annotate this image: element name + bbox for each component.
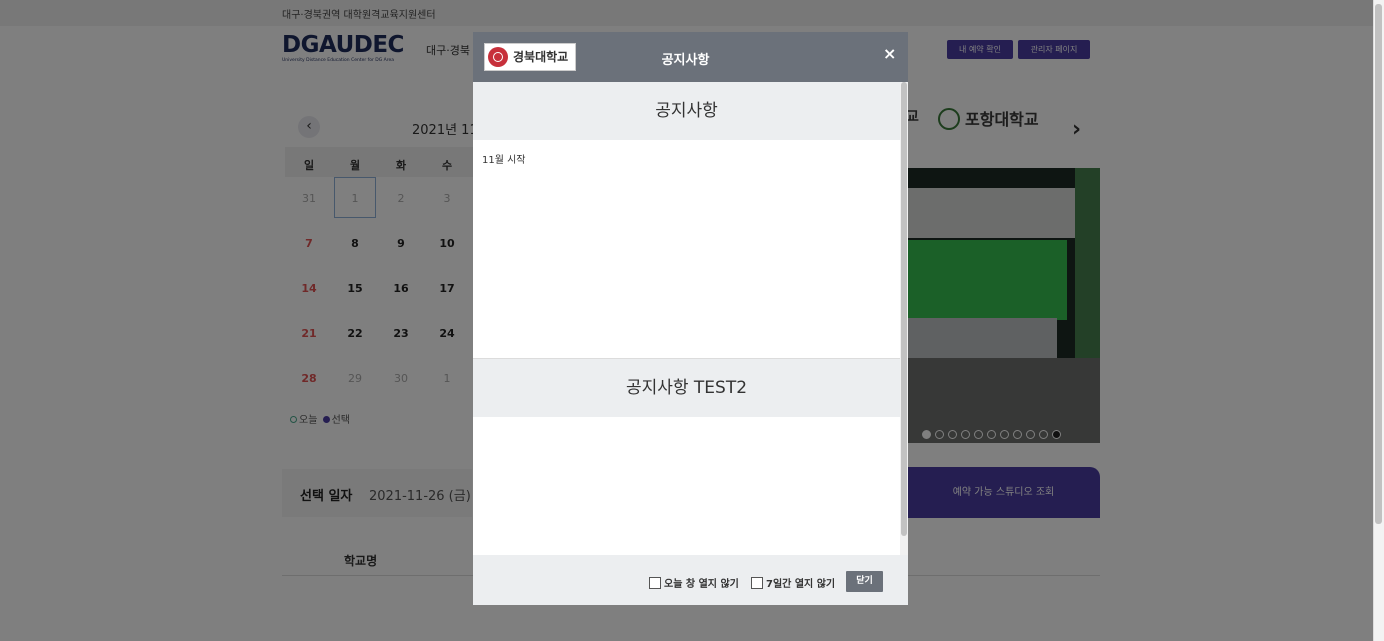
modal-body: 공지사항 11월 시작 공지사항 TEST2: [473, 82, 908, 555]
close-icon[interactable]: ×: [883, 44, 896, 63]
checkbox-box-icon[interactable]: [751, 577, 763, 589]
notice-title: 공지사항: [473, 82, 900, 140]
notice-content: 11월 시작: [482, 155, 526, 166]
dont-open-7days-checkbox[interactable]: 7일간 열지 않기: [751, 575, 835, 590]
dont-open-today-checkbox[interactable]: 오늘 창 열지 않기: [649, 575, 739, 590]
dont-open-today-label: 오늘 창 열지 않기: [664, 579, 739, 590]
modal-header: 경북대학교 공지사항 ×: [473, 32, 908, 82]
modal-close-button[interactable]: 닫기: [846, 571, 883, 592]
notice-title: 공지사항 TEST2: [473, 359, 900, 417]
notice-modal: 경북대학교 공지사항 × 공지사항 11월 시작 공지사항 TEST2 오늘 창…: [473, 32, 908, 605]
page-scrollbar-thumb[interactable]: [1375, 4, 1382, 524]
modal-scrollbar-thumb[interactable]: [901, 82, 907, 536]
dont-open-7days-label: 7일간 열지 않기: [766, 579, 836, 590]
modal-footer: 오늘 창 열지 않기 7일간 열지 않기 닫기: [473, 555, 908, 605]
modal-title: 공지사항: [661, 53, 710, 68]
checkbox-box-icon[interactable]: [649, 577, 661, 589]
